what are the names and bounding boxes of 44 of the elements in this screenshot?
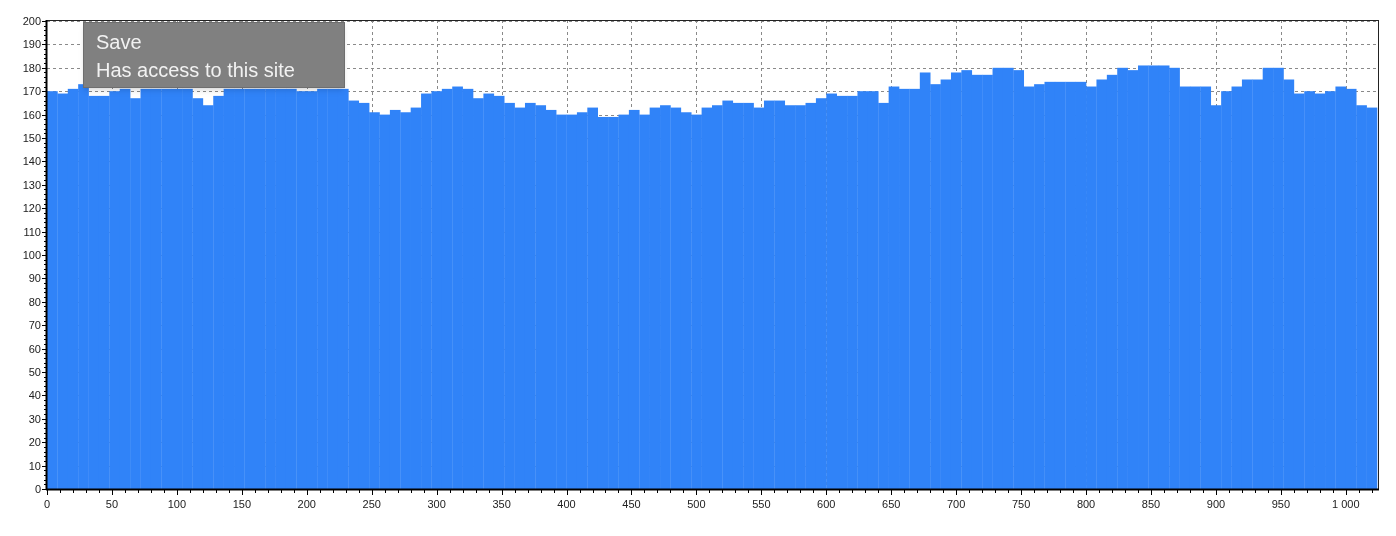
axis-tick-label: 0 bbox=[34, 483, 41, 495]
axis-tick-label: 50 bbox=[105, 498, 119, 510]
tooltip-text: Has access to this site bbox=[96, 58, 295, 83]
axis-tick-label: 500 bbox=[687, 498, 706, 510]
axis-tick-label: 40 bbox=[28, 389, 41, 402]
axis-tick-label: 850 bbox=[1141, 498, 1161, 510]
tooltip-title: Save bbox=[96, 30, 142, 55]
axis-tick-label: 900 bbox=[1206, 498, 1226, 510]
axis-tick-label: 140 bbox=[22, 155, 41, 168]
axis-tick-label: 100 bbox=[22, 249, 41, 261]
axis-tick-label: 60 bbox=[28, 342, 41, 355]
axis-tick-label: 190 bbox=[22, 38, 41, 51]
axis-tick-label: 70 bbox=[28, 319, 41, 332]
axis-tick-label: 20 bbox=[28, 436, 41, 449]
axis-tick-label: 130 bbox=[22, 178, 41, 191]
axis-tick-label: 650 bbox=[882, 498, 901, 510]
axis-tick-label: 750 bbox=[1011, 498, 1031, 510]
axis-tick-label: 200 bbox=[297, 498, 316, 510]
axis-tick-label: 800 bbox=[1076, 498, 1096, 510]
axis-tick-label: 160 bbox=[22, 108, 41, 121]
axis-tick-label: 90 bbox=[28, 272, 41, 285]
axis-tick-label: 150 bbox=[232, 498, 251, 510]
axis-tick-label: 120 bbox=[22, 202, 41, 215]
axis-tick-label: 700 bbox=[947, 498, 966, 510]
axis-tick-label: 300 bbox=[427, 498, 446, 510]
axis-tick-label: 200 bbox=[22, 15, 41, 27]
axis-tick-label: 250 bbox=[362, 498, 381, 510]
axis-tick-label: 110 bbox=[23, 225, 41, 238]
axis-tick-label: 50 bbox=[28, 366, 41, 378]
axis-tick-label: 100 bbox=[167, 498, 187, 510]
axis-tick-label: 30 bbox=[28, 412, 41, 425]
axis-tick-label: 180 bbox=[22, 61, 41, 74]
axis-tick-label: 950 bbox=[1271, 498, 1291, 510]
axis-tick-label: 150 bbox=[22, 132, 41, 144]
axis-tick-label: 550 bbox=[752, 498, 771, 510]
axis-tick-label: 1 000 bbox=[1332, 498, 1360, 510]
axis-tick-label: 170 bbox=[22, 85, 41, 98]
axis-tick-label: 600 bbox=[817, 498, 836, 510]
axis-tick-label: 350 bbox=[492, 498, 511, 510]
axis-tick-label: 450 bbox=[622, 498, 641, 510]
axis-tick-label: 10 bbox=[28, 459, 41, 472]
axis-tick-label: 400 bbox=[557, 498, 576, 510]
axis-tick-label: 0 bbox=[43, 498, 51, 510]
axis-tick-label: 80 bbox=[28, 295, 41, 308]
